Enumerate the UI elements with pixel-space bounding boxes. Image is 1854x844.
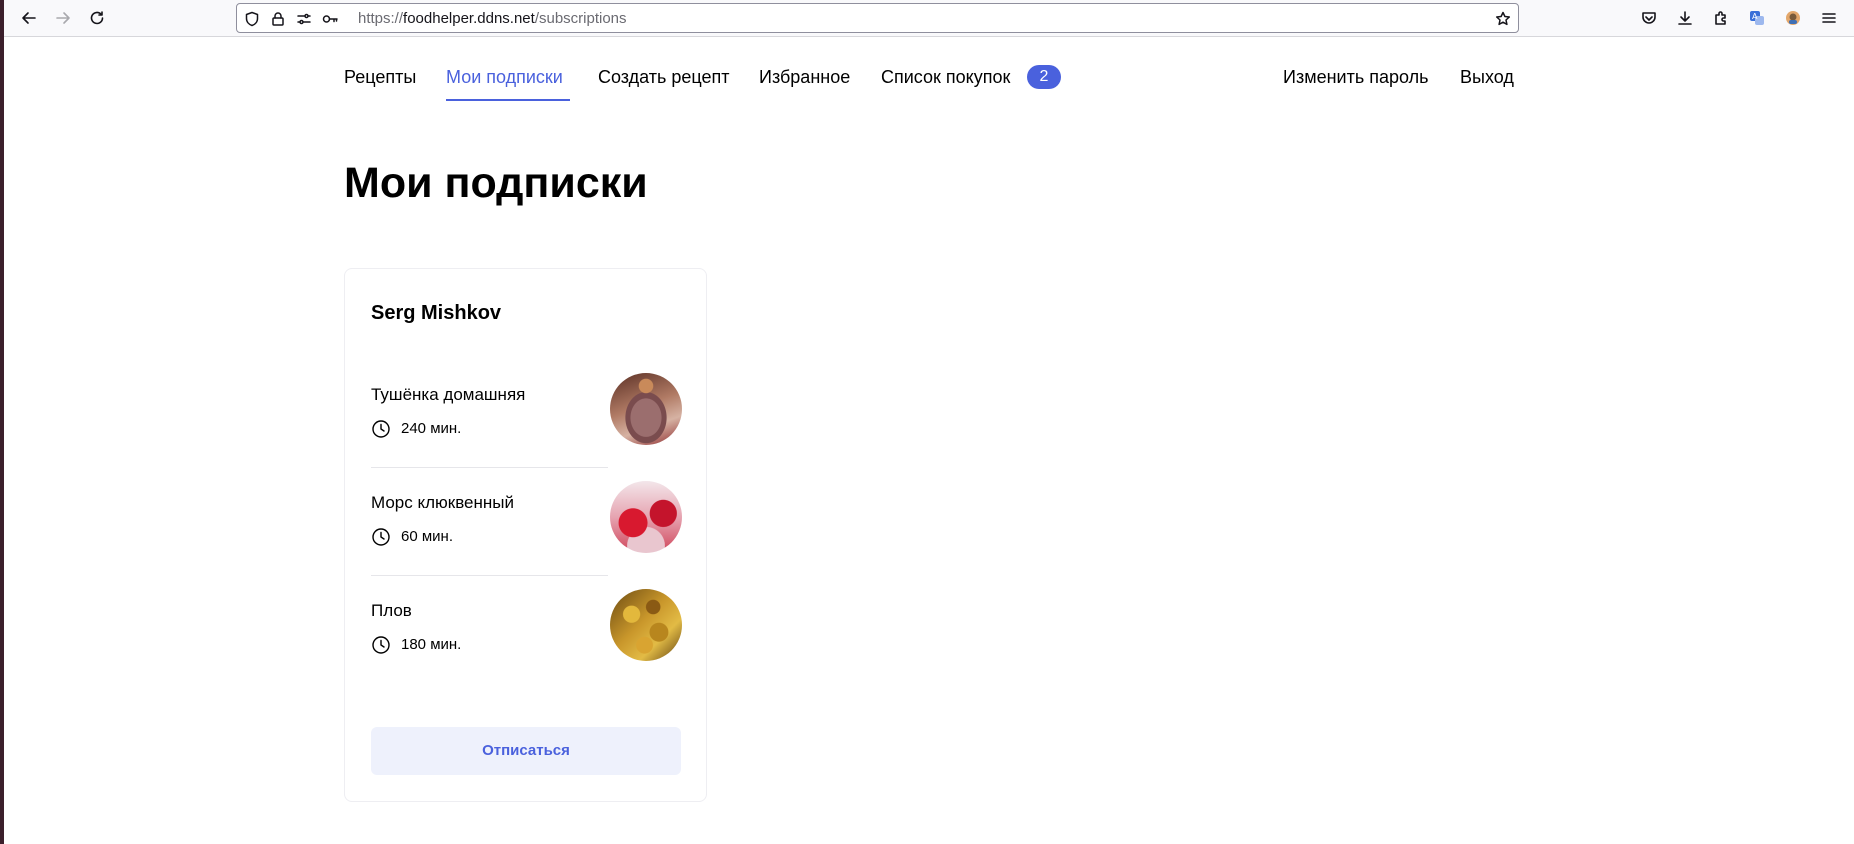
nav-recipes[interactable]: Рецепты bbox=[344, 65, 416, 89]
nav-logout[interactable]: Выход bbox=[1460, 65, 1514, 89]
recipe-time-value: 60 мин. bbox=[401, 528, 453, 545]
lock-icon[interactable] bbox=[269, 10, 287, 28]
nav-create-recipe[interactable]: Создать рецепт bbox=[598, 65, 730, 89]
recipe-name[interactable]: Тушёнка домашняя bbox=[371, 383, 525, 407]
permissions-icon[interactable] bbox=[295, 10, 313, 28]
url-path: /subscriptions bbox=[534, 10, 627, 27]
recipe-time: 240 мин. bbox=[371, 417, 461, 441]
recipe-item[interactable]: Морс клюквенный 60 мин. bbox=[371, 481, 682, 589]
key-icon[interactable] bbox=[321, 10, 339, 28]
nav-subscriptions[interactable]: Мои подписки bbox=[446, 65, 563, 89]
recipe-item[interactable]: Плов 180 мин. bbox=[371, 589, 682, 697]
page-title: Мои подписки bbox=[344, 159, 648, 207]
site-nav: Рецепты Мои подписки Создать рецепт Избр… bbox=[0, 37, 1854, 117]
recipe-name[interactable]: Морс клюквенный bbox=[371, 491, 514, 515]
subscription-card: Serg Mishkov Тушёнка домашняя 240 мин. М… bbox=[344, 268, 707, 802]
browser-toolbar: https://foodhelper.ddns.net/subscription… bbox=[4, 0, 1854, 37]
divider bbox=[371, 467, 608, 468]
nav-change-password[interactable]: Изменить пароль bbox=[1283, 65, 1428, 89]
nav-shopping-list[interactable]: Список покупок bbox=[881, 65, 1010, 89]
recipe-name[interactable]: Плов bbox=[371, 599, 412, 623]
url-host: foodhelper.ddns.net bbox=[403, 10, 535, 27]
unsubscribe-button[interactable]: Отписаться bbox=[371, 727, 681, 775]
clock-icon bbox=[372, 636, 390, 654]
url-scheme: https:// bbox=[358, 10, 404, 27]
active-tab-underline bbox=[446, 99, 570, 101]
recipe-time: 60 мин. bbox=[371, 525, 453, 549]
extensions-icon[interactable] bbox=[1707, 4, 1735, 32]
recipe-time-value: 240 мин. bbox=[401, 420, 462, 437]
shopping-count-badge: 2 bbox=[1027, 65, 1061, 89]
menu-icon[interactable] bbox=[1815, 4, 1843, 32]
clock-icon bbox=[372, 420, 390, 438]
reload-icon[interactable] bbox=[83, 4, 111, 32]
download-icon[interactable] bbox=[1671, 4, 1699, 32]
forward-icon[interactable] bbox=[49, 4, 77, 32]
recipe-time-value: 180 мин. bbox=[401, 636, 462, 653]
desktop-edge bbox=[0, 0, 4, 844]
recipe-time: 180 мин. bbox=[371, 633, 461, 657]
bookmark-star-icon[interactable] bbox=[1494, 10, 1512, 28]
recipe-item[interactable]: Тушёнка домашняя 240 мин. bbox=[371, 373, 682, 481]
svg-text:A: A bbox=[1752, 12, 1758, 21]
recipe-image[interactable] bbox=[610, 589, 682, 661]
translate-icon[interactable]: A bbox=[1743, 4, 1771, 32]
author-name[interactable]: Serg Mishkov bbox=[371, 299, 501, 327]
back-icon[interactable] bbox=[15, 4, 43, 32]
recipe-image[interactable] bbox=[610, 481, 682, 553]
divider bbox=[371, 575, 608, 576]
pocket-icon[interactable] bbox=[1635, 4, 1663, 32]
url-text[interactable]: https://foodhelper.ddns.net/subscription… bbox=[358, 10, 627, 28]
recipe-image[interactable] bbox=[610, 373, 682, 445]
address-bar[interactable]: https://foodhelper.ddns.net/subscription… bbox=[236, 3, 1519, 33]
shield-icon[interactable] bbox=[243, 10, 261, 28]
clock-icon bbox=[372, 528, 390, 546]
account-icon[interactable] bbox=[1779, 4, 1807, 32]
nav-favorites[interactable]: Избранное bbox=[759, 65, 850, 89]
